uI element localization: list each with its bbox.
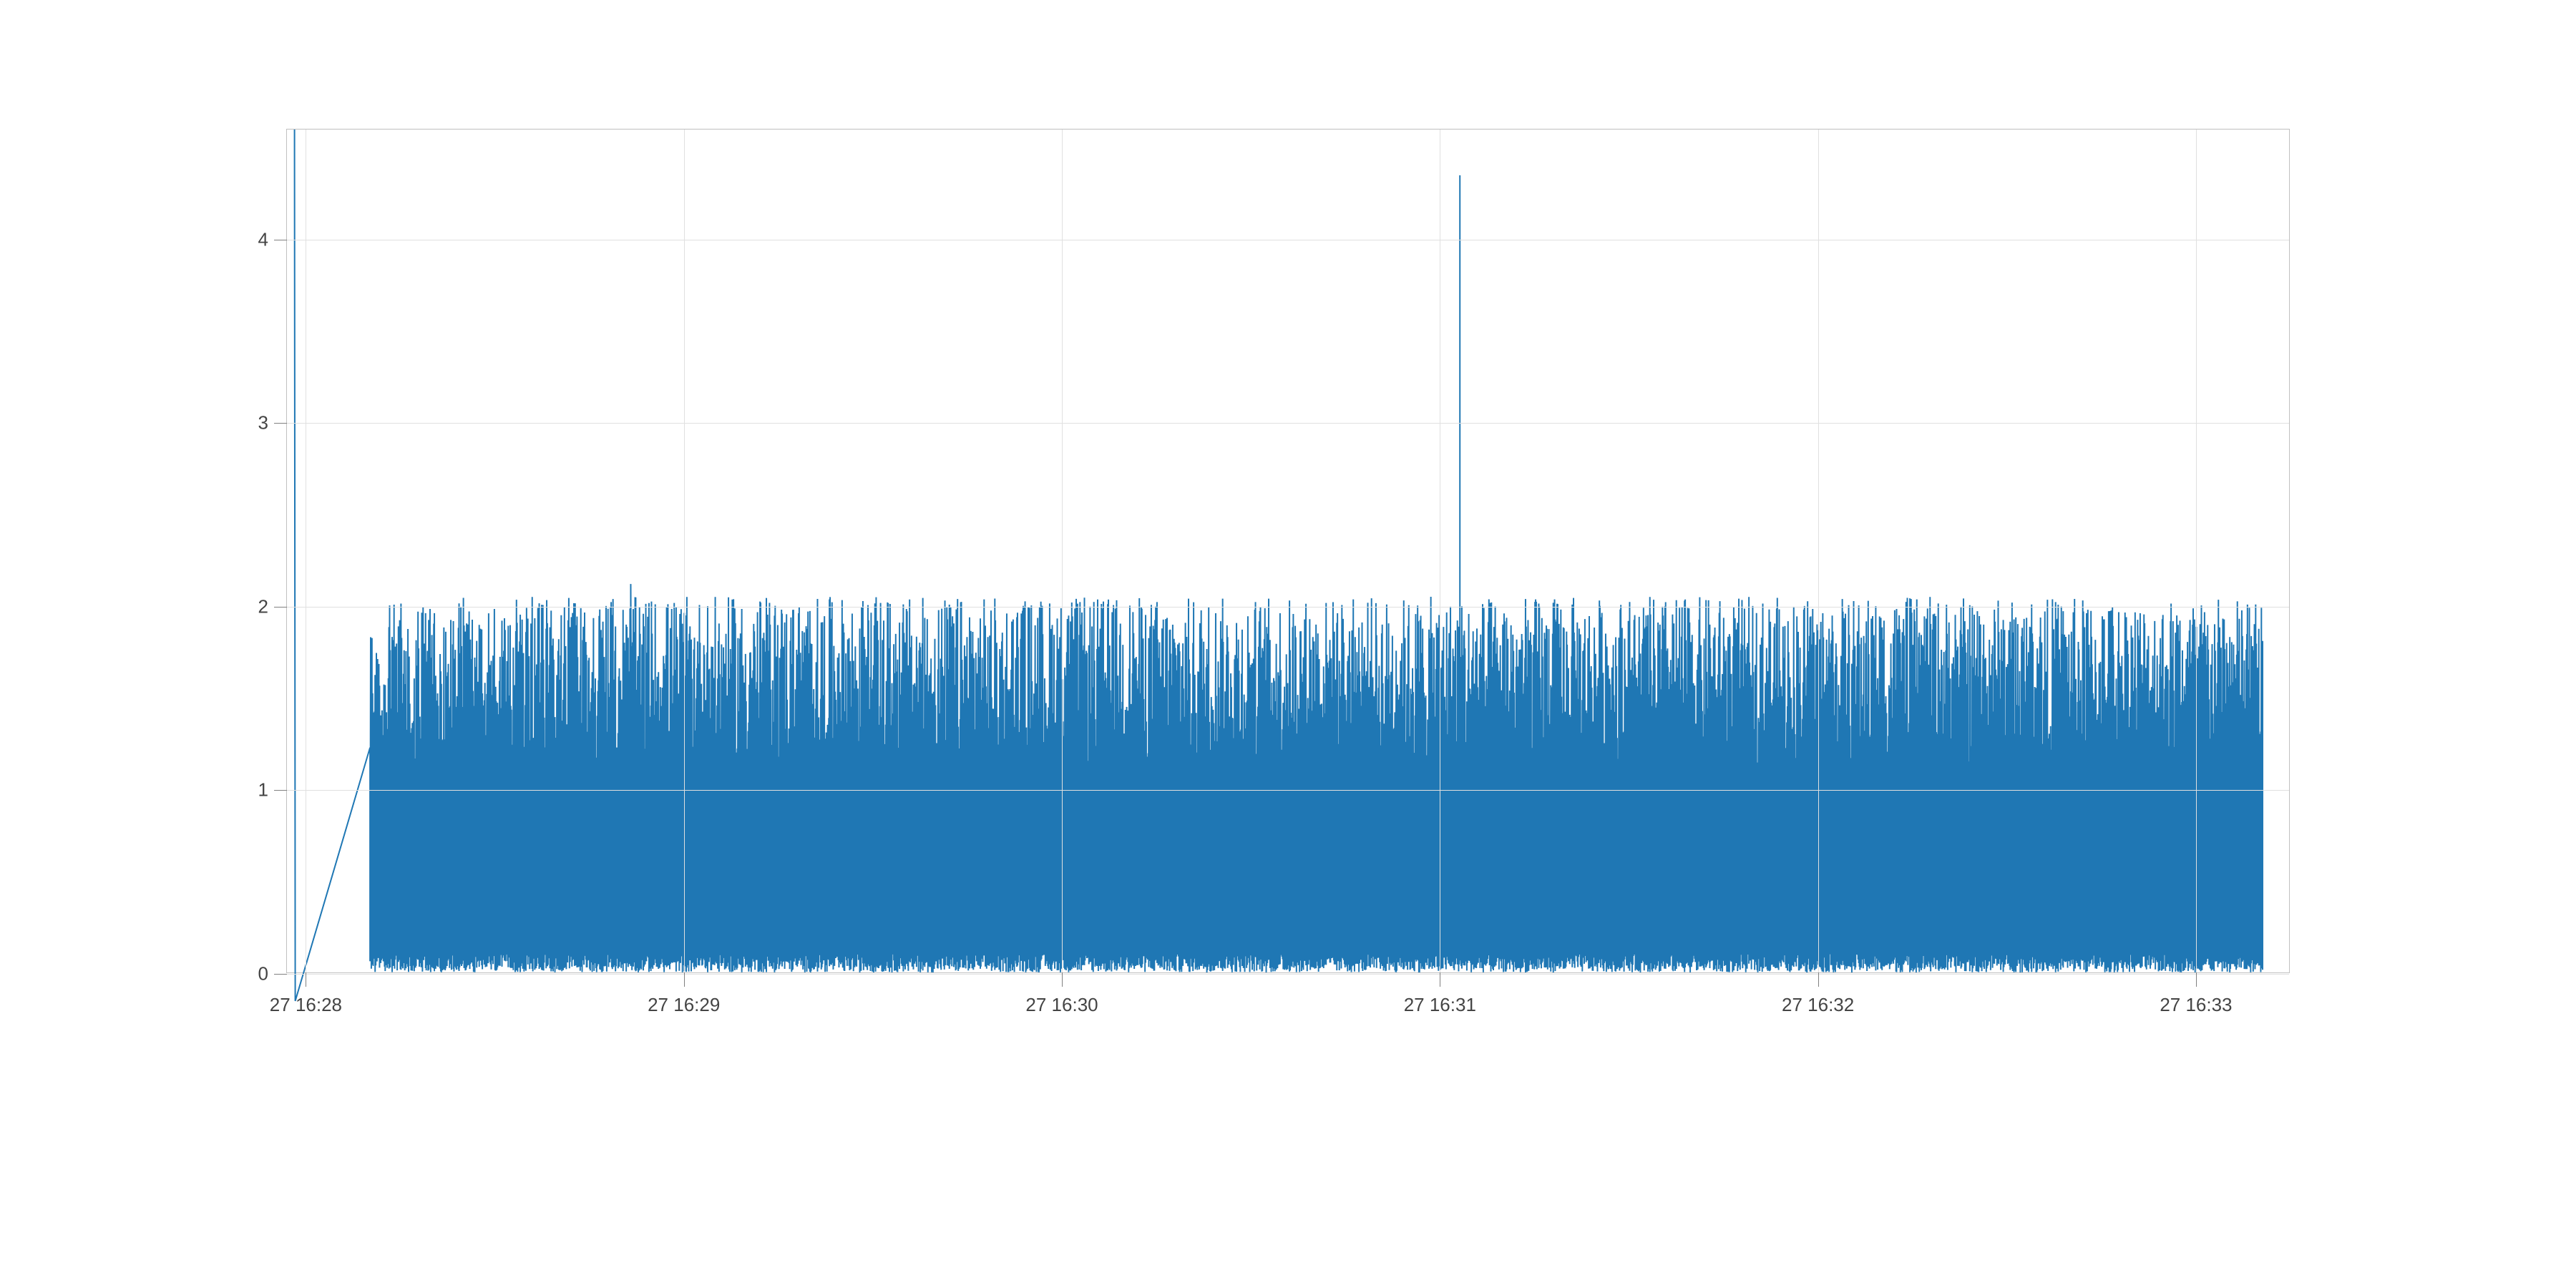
plot-area[interactable]: 0123427 16:2827 16:2927 16:3027 16:3127 …	[286, 129, 2290, 973]
tick-label-x: 27 16:32	[1782, 972, 1854, 1016]
tick-label-x: 27 16:33	[2160, 972, 2232, 1016]
chart-page: 0123427 16:2827 16:2927 16:3027 16:3127 …	[0, 0, 2576, 1288]
tick-label-y: 4	[258, 228, 287, 250]
grid-line-y	[287, 790, 2289, 791]
grid-line-x	[1062, 130, 1063, 972]
tick-label-y: 3	[258, 412, 287, 434]
tick-label-x: 27 16:28	[270, 972, 342, 1016]
grid-line-x	[2196, 130, 2197, 972]
series-line	[287, 130, 2289, 972]
grid-line-x	[684, 130, 685, 972]
grid-line-x	[1818, 130, 1819, 972]
series-0-path	[295, 130, 2263, 1001]
tick-label-x: 27 16:31	[1404, 972, 1476, 1016]
grid-line-y	[287, 974, 2289, 975]
tick-label-y: 2	[258, 595, 287, 618]
tick-label-x: 27 16:29	[648, 972, 720, 1016]
grid-line-y	[287, 607, 2289, 608]
grid-line-y	[287, 423, 2289, 424]
tick-label-x: 27 16:30	[1025, 972, 1098, 1016]
tick-label-y: 1	[258, 779, 287, 801]
